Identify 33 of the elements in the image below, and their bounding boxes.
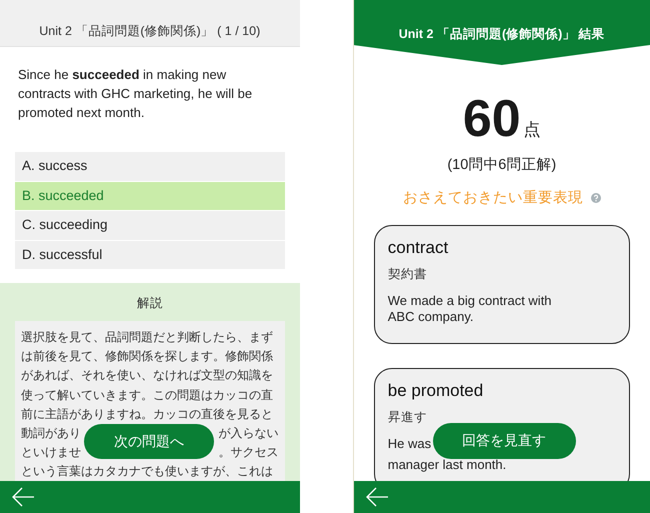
screen-title: Unit 2 「品詞問題(修飾関係)」 ( 1 / 10) xyxy=(39,23,260,40)
expression-meaning: 昇進す xyxy=(388,409,428,426)
explanation-text: があれば、それを使い、なければ文型の知識を xyxy=(21,367,273,384)
answer-option[interactable]: D. successful xyxy=(15,240,284,269)
explanation-text: 選択肢を見て、品詞問題だと判断したら、まず xyxy=(21,329,273,346)
review-answers-button[interactable]: 回答を見直す xyxy=(432,423,576,459)
explanation-text: 使って解いていきます。この問題はカッコの直 xyxy=(21,386,273,404)
back-arrow-icon[interactable] xyxy=(364,487,388,507)
explanation-text: は前後を見て、修飾関係を探します。修飾関係 xyxy=(21,348,273,366)
question-text: Since he succeeded in making new contracts with GHC marketing, he will be promoted next month. xyxy=(18,66,254,122)
score-summary: (10問中6問正解) xyxy=(447,156,556,174)
explanation-text: という言葉はカタカナでも使いますが、これは xyxy=(21,463,273,480)
explanation-text: 前に主語がありますね。カッコの直後を見ると xyxy=(21,406,273,423)
answer-option[interactable]: C. succeeding xyxy=(15,211,284,240)
example-sentence: manager last month. xyxy=(388,457,506,473)
explanation-text: といけませ xyxy=(21,444,81,462)
expression-term: be promoted xyxy=(388,381,484,401)
score-value: 60 xyxy=(462,93,521,145)
screen-title: Unit 2 「品詞問題(修飾関係)」 結果 xyxy=(398,26,605,43)
section-heading: おさえておきたい重要表現 xyxy=(402,189,583,207)
next-question-button[interactable]: 次の問題へ xyxy=(84,424,214,459)
example-sentence: He was xyxy=(388,436,432,452)
expression-meaning: 契約書 xyxy=(388,266,428,283)
explanation-text: 。サクセス xyxy=(218,444,278,462)
back-arrow-icon[interactable] xyxy=(11,487,35,507)
answer-option[interactable]: A. success xyxy=(15,152,284,180)
answer-option[interactable]: B. succeeded xyxy=(15,182,284,210)
expression-term: contract xyxy=(388,238,450,258)
score-unit: 点 xyxy=(524,119,541,141)
explanation-heading: 解説 xyxy=(136,295,164,312)
explanation-text: が入らない xyxy=(218,425,278,442)
explanation-text: 動詞があり xyxy=(21,425,81,442)
example-sentence: We made a big contract with ABC company. xyxy=(388,293,553,325)
